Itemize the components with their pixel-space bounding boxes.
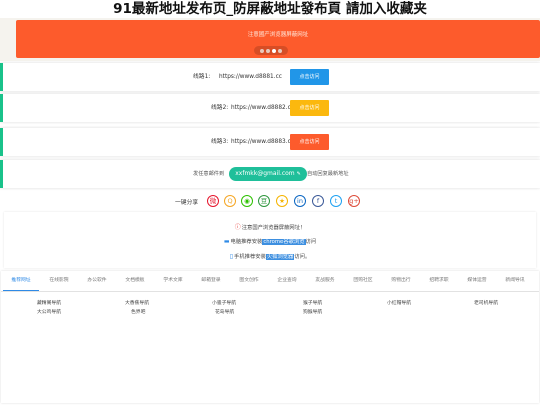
- email-address-pill[interactable]: xxfmkk@gmail.com ✎: [229, 167, 307, 181]
- line-row-3: 线路3: https://www.d8883.cc 点击访问: [0, 128, 540, 156]
- nav-link[interactable]: 猴子导航: [303, 299, 322, 306]
- nav-link[interactable]: 花岛导航: [215, 308, 234, 315]
- star-icon[interactable]: ★: [276, 195, 288, 207]
- line-row-1: 线路1: https://www.d8881.cc 点击访问: [0, 63, 540, 91]
- chrome-link[interactable]: chrome谷歌浏览: [262, 239, 306, 245]
- tab-online-cinema[interactable]: 在线影院: [41, 271, 77, 291]
- firefox-link[interactable]: 火狐浏览器: [265, 254, 295, 260]
- carousel-dot-active[interactable]: [272, 48, 276, 53]
- googleplus-icon[interactable]: g+: [348, 195, 360, 207]
- tab-services[interactable]: 友战服务: [307, 271, 343, 291]
- nav-link[interactable]: 小骚子导航: [212, 299, 236, 306]
- line-label: 线路2:: [211, 105, 229, 111]
- row-accent: [0, 94, 3, 122]
- carousel-dots: [254, 46, 288, 55]
- phone-icon: ▯: [229, 253, 234, 260]
- row-accent: [0, 128, 3, 156]
- line-label: 线路3:: [211, 139, 229, 145]
- nav-link[interactable]: 老司机导航: [474, 299, 498, 306]
- email-prefix: 发任意邮件到: [193, 171, 225, 177]
- nav-link[interactable]: 狗猴导航: [303, 308, 322, 315]
- nav-link[interactable]: 小红帽导航: [387, 299, 411, 306]
- carousel-dot[interactable]: [266, 48, 270, 53]
- page-title: 91最新地址发布页_防屏蔽地址發布頁 請加入收藏夹: [113, 1, 427, 17]
- twitter-icon[interactable]: t: [330, 195, 342, 207]
- notice-line-2: ▬电脑推荐安装chrome谷歌浏览访问: [4, 237, 536, 245]
- line-label: 线路1:: [193, 74, 211, 80]
- facebook-icon[interactable]: f: [312, 195, 324, 207]
- linkedin-icon[interactable]: in: [294, 195, 306, 207]
- visit-button-2[interactable]: 点击访问: [290, 100, 329, 116]
- tab-media-ops[interactable]: 媒体运营: [459, 271, 495, 291]
- notice-box: ⓘ注意国产浏览器屏蔽网址！ ▬电脑推荐安装chrome谷歌浏览访问 ▯手机推荐安…: [4, 212, 536, 268]
- notice-text: 注意国产浏览器屏蔽网址！: [241, 225, 306, 231]
- visit-button-1[interactable]: 点击访问: [290, 69, 329, 85]
- carousel-dot[interactable]: [260, 48, 264, 53]
- email-row: 发任意邮件到 xxfmkk@gmail.com ✎ 自动回复最新地址: [0, 160, 540, 188]
- notice-text: 访问。: [294, 254, 311, 260]
- tab-doc-templates[interactable]: 文档模板: [117, 271, 153, 291]
- tab-news[interactable]: 新闻导讯: [497, 271, 533, 291]
- tab-academic[interactable]: 学术文库: [155, 271, 191, 291]
- wechat-icon[interactable]: ◉: [241, 195, 253, 207]
- notice-line-3: ▯手机推荐安装火狐浏览器访问。: [4, 252, 536, 260]
- weibo-icon[interactable]: 微: [207, 195, 219, 207]
- nav-link[interactable]: 大公鸡导航: [37, 308, 61, 315]
- nav-link[interactable]: 大香蕉导航: [125, 299, 149, 306]
- nav-directory: 推荐网址 在线影院 办公软件 文档模板 学术文库 邮箱登录 图文创作 企业查询 …: [1, 271, 539, 403]
- category-tabs: 推荐网址 在线影院 办公软件 文档模板 学术文库 邮箱登录 图文创作 企业查询 …: [1, 271, 539, 292]
- tab-company-lookup[interactable]: 企业查询: [269, 271, 305, 291]
- notice-text: 访问: [305, 239, 317, 245]
- line-url: https://www.d8882.cc: [231, 105, 294, 111]
- line-row-2: 线路2: https://www.d8882.cc 点击访问: [0, 94, 540, 122]
- douban-icon[interactable]: 豆: [258, 195, 270, 207]
- banner-carousel[interactable]: 注意國产浏览器屏蔽网址: [16, 20, 540, 58]
- notice-text: 电脑推荐安装: [230, 239, 263, 245]
- email-address: xxfmkk@gmail.com: [235, 170, 295, 177]
- nav-link[interactable]: 色界吧: [131, 308, 145, 315]
- pencil-icon: ✎: [296, 171, 301, 177]
- tab-shopping-travel[interactable]: 购物出行: [383, 271, 419, 291]
- carousel-dot[interactable]: [278, 48, 282, 53]
- tab-jobs[interactable]: 招聘求职: [421, 271, 457, 291]
- tab-recommended[interactable]: 推荐网址: [3, 271, 39, 291]
- tab-office-software[interactable]: 办公软件: [79, 271, 115, 291]
- share-bar: 一键分享 微 Q ◉ 豆 ★ in f t g+: [0, 193, 540, 211]
- tab-email-login[interactable]: 邮箱登录: [193, 271, 229, 291]
- tab-group-buy[interactable]: 团购社区: [345, 271, 381, 291]
- line-url: https://www.d8883.cc: [231, 139, 294, 145]
- row-accent: [0, 160, 3, 188]
- notice-line-1: ⓘ注意国产浏览器屏蔽网址！: [4, 222, 536, 231]
- banner-notice: 注意國产浏览器屏蔽网址: [247, 32, 309, 38]
- qzone-icon[interactable]: Q: [224, 195, 236, 207]
- computer-icon: ▬: [223, 238, 230, 245]
- banner-area: 注意國产浏览器屏蔽网址: [0, 18, 540, 61]
- row-accent: [0, 63, 3, 91]
- warning-icon: ⓘ: [234, 224, 241, 231]
- notice-text: 手机推荐安装: [234, 254, 266, 260]
- nav-link[interactable]: 藏精阁导航: [37, 299, 61, 306]
- line-url: https://www.d8881.cc: [219, 74, 282, 80]
- share-label: 一键分享: [175, 200, 199, 206]
- email-suffix: 自动回复最新地址: [307, 171, 349, 177]
- tab-graphic-creation[interactable]: 图文创作: [231, 271, 267, 291]
- visit-button-3[interactable]: 点击访问: [290, 134, 329, 150]
